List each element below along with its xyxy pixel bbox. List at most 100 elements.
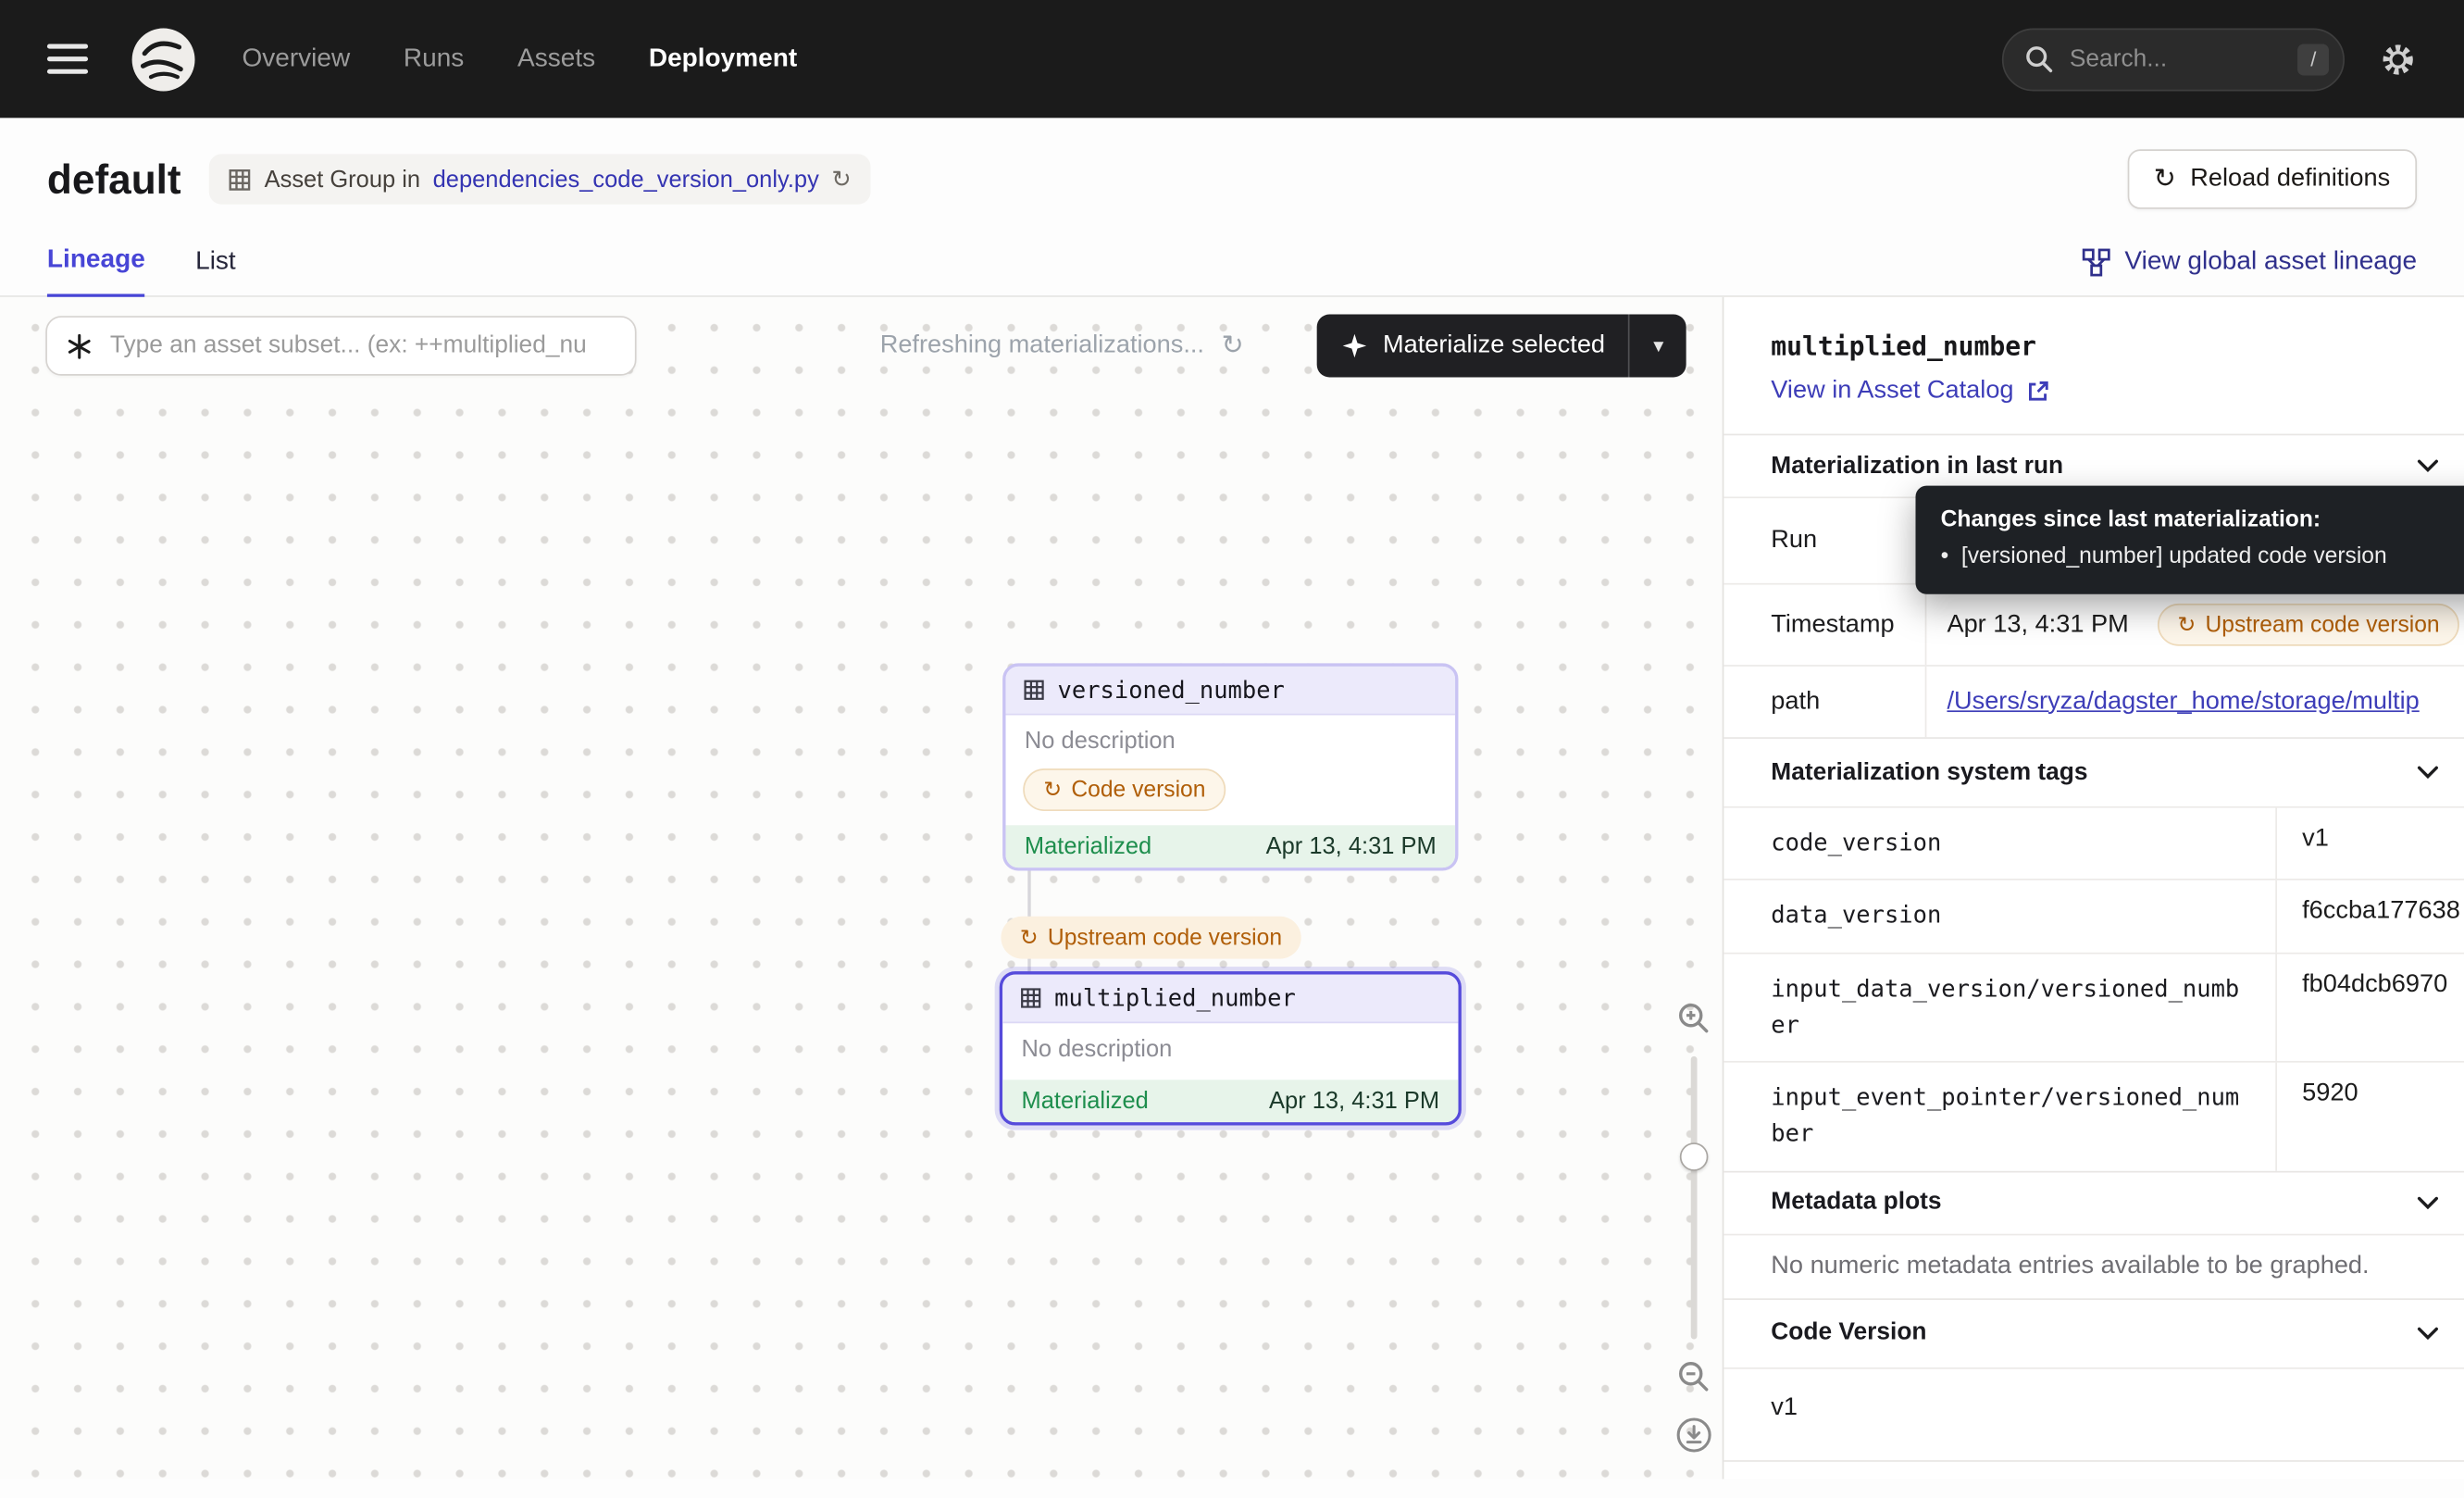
dagster-logo (129, 24, 198, 94)
materialize-split-button: Materialize selected ▾ (1317, 315, 1687, 378)
tag-key: data_version (1724, 880, 2275, 952)
grid-icon (229, 168, 252, 191)
asset-node-versioned-number[interactable]: versioned_number No description ↻ Code v… (1002, 663, 1458, 870)
nav-overview[interactable]: Overview (242, 44, 350, 74)
reload-definitions-label: Reload definitions (2190, 165, 2390, 193)
nav-deployment[interactable]: Deployment (649, 44, 797, 74)
refresh-icon: ↻ (2154, 164, 2176, 195)
section-config: Config (1724, 1459, 2464, 1479)
zoom-slider-track[interactable] (1691, 1056, 1698, 1340)
zoom-out-icon[interactable] (1676, 1360, 1711, 1394)
reload-definitions-button[interactable]: ↻ Reload definitions (2127, 149, 2417, 209)
edge-chip-label: Upstream code version (1048, 925, 1282, 950)
code-version-icon: ↻ (1020, 925, 1039, 950)
view-tabs: Lineage List View global asset lineage (0, 228, 2464, 297)
row-label: path (1724, 667, 1924, 737)
zoom-controls (1666, 1001, 1723, 1454)
menu-icon[interactable] (47, 44, 88, 74)
materialized-status: Materialized (1025, 833, 1151, 860)
asset-subset-input[interactable] (106, 331, 616, 362)
section-header-label: Code Version (1771, 1318, 1926, 1347)
zoom-in-icon[interactable] (1676, 1001, 1711, 1035)
tag-key: input_data_version/versioned_number (1724, 954, 2275, 1061)
section-header-label: Metadata plots (1771, 1188, 1941, 1217)
system-tag-row: input_event_pointer/versioned_number 592… (1724, 1061, 2464, 1170)
page-header: default Asset Group in dependencies_code… (0, 118, 2464, 228)
view-in-asset-catalog-link[interactable]: View in Asset Catalog (1771, 377, 2051, 406)
search-shortcut-badge: / (2298, 44, 2329, 75)
row-label: Run (1724, 498, 1924, 583)
materialize-selected-button[interactable]: Materialize selected (1317, 315, 1629, 378)
refreshing-status: Refreshing materializations... ↻ (880, 331, 1244, 362)
metadata-plots-empty-message: No numeric metadata entries available to… (1724, 1233, 2464, 1298)
asset-group-prefix: Asset Group in (265, 166, 420, 193)
settings-gear-icon[interactable] (2379, 40, 2417, 78)
tag-value: f6ccba177638 (2275, 880, 2464, 952)
materialized-status: Materialized (1022, 1088, 1149, 1115)
external-link-icon (2026, 379, 2051, 404)
asset-group-badge: Asset Group in dependencies_code_version… (209, 154, 870, 204)
asset-subset-filter[interactable] (45, 316, 636, 376)
page-title: default (47, 155, 181, 204)
refresh-icon: ↻ (1222, 331, 1244, 362)
system-tag-row: input_data_version/versioned_number fb04… (1724, 952, 2464, 1061)
search-input[interactable] (2066, 44, 2285, 75)
refresh-icon[interactable]: ↻ (831, 165, 851, 193)
storage-path-link[interactable]: /Users/sryza/dagster_home/storage/multip (1947, 688, 2419, 717)
top-navigation-bar: Overview Runs Assets Deployment / (0, 0, 2464, 118)
chevron-down-icon[interactable] (2417, 1195, 2439, 1209)
view-global-asset-lineage-link[interactable]: View global asset lineage (2083, 247, 2417, 296)
tag-value: v1 (2275, 808, 2464, 880)
section-system-tags: Materialization system tags (1724, 737, 2464, 806)
tab-lineage[interactable]: Lineage (47, 245, 145, 297)
last-run-row-timestamp: Timestamp Apr 13, 4:31 PM ↻ Upstream cod… (1724, 583, 2464, 665)
view-in-asset-catalog-label: View in Asset Catalog (1771, 377, 2013, 406)
tooltip-item: [versioned_number] updated code version (1961, 540, 2387, 576)
chevron-down-icon[interactable] (2417, 1326, 2439, 1340)
asset-node-name: versioned_number (1058, 676, 1285, 705)
panel-header: multiplied_number View in Asset Catalog (1724, 297, 2464, 434)
asset-node-footer: Materialized Apr 13, 4:31 PM (1006, 825, 1456, 868)
zoom-slider-handle[interactable] (1680, 1142, 1709, 1171)
asset-node-multiplied-number[interactable]: multiplied_number No description Materia… (1000, 971, 1462, 1125)
section-metadata-plots: Metadata plots (1724, 1170, 2464, 1233)
materialized-timestamp: Apr 13, 4:31 PM (1266, 833, 1437, 860)
section-header-label: Materialization in last run (1771, 452, 2063, 481)
global-search[interactable]: / (2002, 28, 2345, 91)
code-version-chip-label: Code version (1071, 778, 1205, 803)
nav-runs[interactable]: Runs (404, 44, 464, 74)
section-header-label: Config (1771, 1478, 1848, 1479)
timestamp-value: Apr 13, 4:31 PM (1947, 611, 2128, 640)
download-graph-icon[interactable] (1675, 1417, 1713, 1454)
last-run-row-path: path /Users/sryza/dagster_home/storage/m… (1724, 665, 2464, 737)
bullet: • (1941, 540, 1949, 576)
tag-value: fb04dcb6970 (2275, 954, 2464, 1061)
asset-node-header: versioned_number (1006, 667, 1456, 716)
asset-node-description: No description (1002, 1023, 1458, 1070)
system-tag-row: code_version v1 (1724, 806, 2464, 880)
lineage-graph-icon (2083, 247, 2111, 276)
grid-icon (1020, 987, 1042, 1009)
grid-icon (1023, 679, 1045, 701)
tag-value: 5920 (2275, 1063, 2464, 1170)
asset-node-name: multiplied_number (1054, 984, 1296, 1013)
chevron-down-icon[interactable] (2417, 459, 2439, 473)
nav-assets[interactable]: Assets (517, 44, 595, 74)
system-tag-row: data_version f6ccba177638 (1724, 879, 2464, 952)
section-code-version: Code Version (1724, 1297, 2464, 1367)
code-version-icon: ↻ (1043, 778, 1062, 803)
search-icon (2024, 44, 2054, 74)
tag-key: input_event_pointer/versioned_number (1724, 1063, 2275, 1170)
op-selector-icon (66, 332, 93, 359)
asset-group-file-link[interactable]: dependencies_code_version_only.py (433, 166, 819, 193)
lineage-graph-canvas[interactable]: Refreshing materializations... ↻ Materia… (0, 297, 1723, 1479)
tooltip-title: Changes since last materialization: (1941, 503, 2464, 539)
asset-node-tags: ↻ Code version (1006, 762, 1456, 825)
asset-node-header: multiplied_number (1002, 975, 1458, 1024)
materialize-dropdown-caret[interactable]: ▾ (1629, 315, 1687, 378)
tab-list[interactable]: List (195, 247, 236, 296)
main-content: Refreshing materializations... ↻ Materia… (0, 297, 2464, 1479)
asset-node-footer: Materialized Apr 13, 4:31 PM (1002, 1080, 1458, 1122)
asset-node-description: No description (1006, 715, 1456, 762)
chevron-down-icon[interactable] (2417, 766, 2439, 780)
